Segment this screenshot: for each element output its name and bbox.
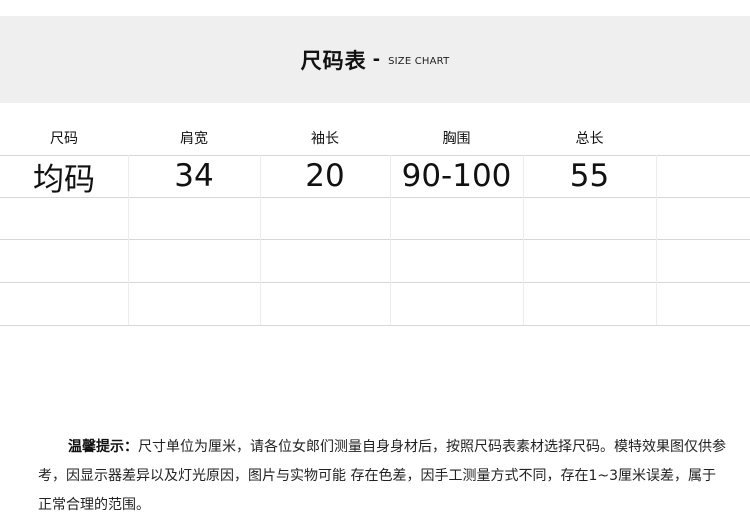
cell-size: 均码 [33, 161, 95, 198]
grid-line [0, 325, 750, 326]
header-cell-length: 总长 [575, 131, 604, 147]
grid-line-vertical [523, 155, 524, 325]
cell-empty [656, 155, 750, 197]
cell-length: 55 [569, 158, 610, 194]
header-cell-size: 尺码 [50, 131, 78, 147]
grid-line [0, 197, 750, 198]
size-note: 温馨提示：尺寸单位为厘米，请各位女郎们测量自身身材后，按照尺码表素材选择尺码。模… [38, 433, 728, 520]
title-subtitle: SIZE CHART [388, 56, 450, 67]
cell-sleeve: 20 [305, 158, 345, 194]
size-table: 尺码 肩宽 袖长 胸围 总长 均码 34 20 90-100 55 [0, 112, 750, 323]
cell-shoulder: 34 [174, 158, 214, 194]
cell-chest: 90-100 [401, 158, 512, 194]
grid-line [0, 282, 750, 283]
grid-line-vertical [390, 155, 391, 325]
table-header-row: 尺码 肩宽 袖长 胸围 总长 [0, 112, 750, 155]
grid-line [0, 155, 750, 156]
header-cell-chest: 胸围 [442, 131, 471, 147]
note-label: 温馨提示： [68, 439, 138, 455]
table-row: 均码 34 20 90-100 55 [0, 155, 750, 198]
table-row-empty [0, 197, 750, 239]
grid-line-vertical [128, 155, 129, 325]
size-chart-title: 尺码表 - SIZE CHART [0, 16, 750, 103]
title-dash: - [372, 49, 381, 70]
note-text: 尺寸单位为厘米，请各位女郎们测量自身身材后，按照尺码表素材选择尺码。模特效果图仅… [38, 439, 726, 513]
header-cell-empty [656, 112, 750, 139]
table-row-empty [0, 239, 750, 281]
header-cell-sleeve: 袖长 [311, 131, 339, 147]
grid-line-vertical [260, 155, 261, 325]
header-cell-shoulder: 肩宽 [180, 131, 208, 147]
title-main: 尺码表 [300, 48, 367, 73]
grid-line-vertical [656, 155, 657, 325]
table-row-empty [0, 281, 750, 323]
grid-line [0, 239, 750, 240]
